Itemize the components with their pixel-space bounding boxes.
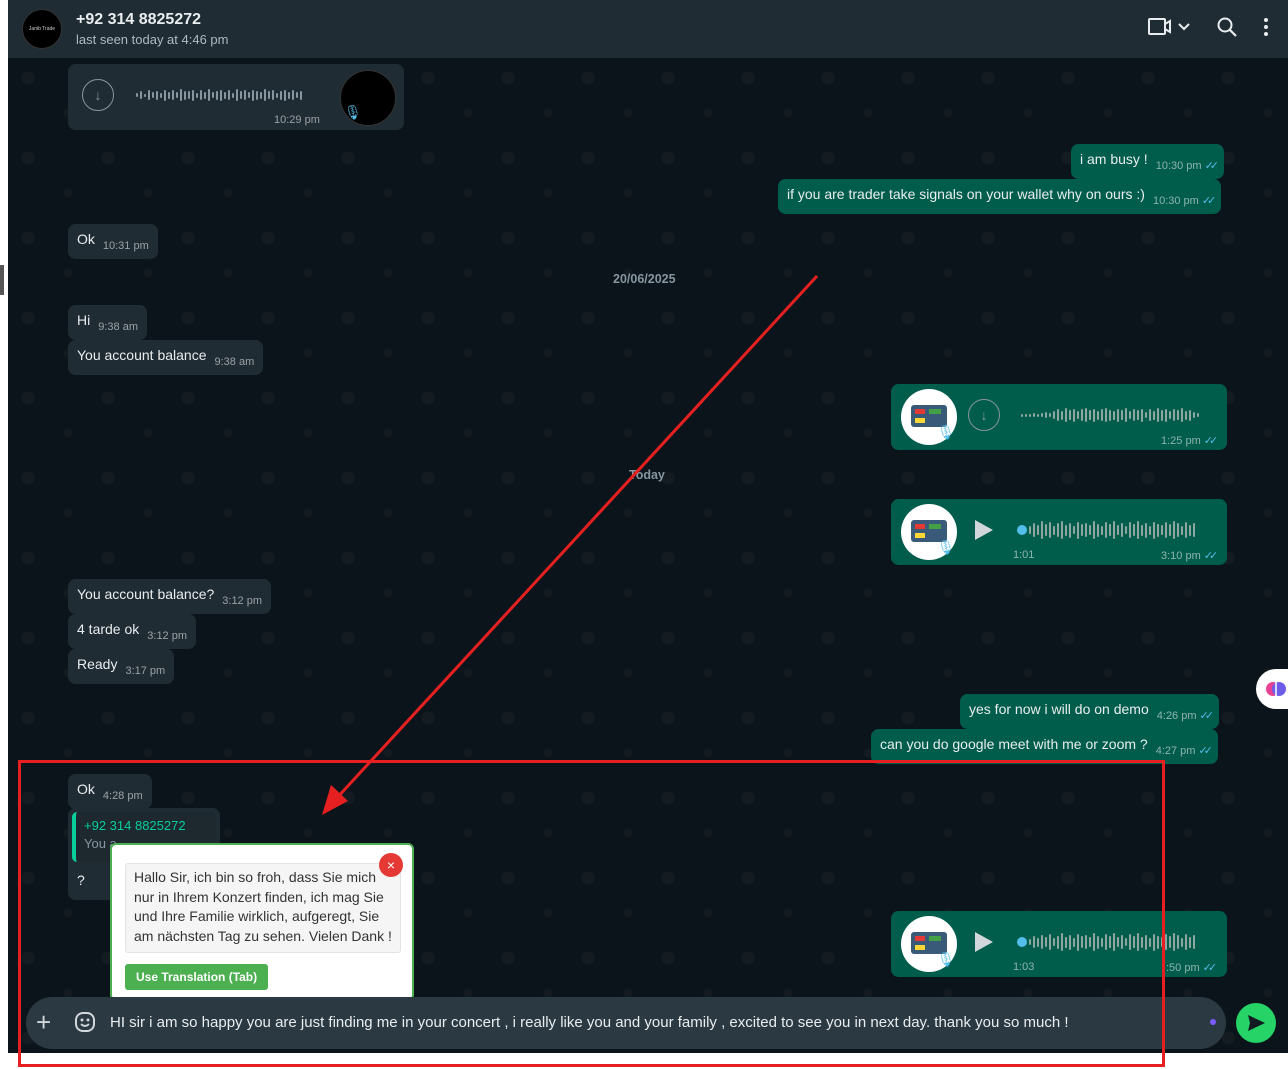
left-edge: [0, 0, 8, 1069]
voice-waveform[interactable]: [1021, 406, 1199, 424]
bottom-strip: [0, 1053, 1288, 1069]
extension-dot-icon: [1210, 1019, 1216, 1025]
contact-info[interactable]: +92 314 8825272 last seen today at 4:46 …: [76, 11, 228, 47]
message-outgoing[interactable]: i am busy ! 10:30 pm ✓✓: [1071, 144, 1225, 179]
voice-duration: 1:01: [1013, 549, 1035, 561]
message-outgoing[interactable]: can you do google meet with me or zoom ?…: [871, 729, 1218, 764]
message-time: 4:28 pm: [102, 790, 143, 802]
avatar-logo-text: Janib Trade: [28, 26, 56, 32]
composer-bar[interactable]: + HI sir i am so happy you are just find…: [26, 997, 1226, 1049]
message-text: i am busy !: [1080, 151, 1148, 167]
contact-name: +92 314 8825272: [76, 11, 202, 28]
voice-time: :50 pm ✓✓: [1166, 961, 1218, 974]
search-icon[interactable]: [1216, 16, 1238, 38]
voice-time: 3:10 pm ✓✓: [1161, 549, 1219, 562]
message-incoming[interactable]: You account balance 9:38 am: [68, 340, 264, 375]
mic-icon: 🎙: [937, 539, 955, 555]
mic-icon: 🎙: [937, 951, 955, 967]
voice-time-text: 3:10 pm: [1161, 550, 1201, 562]
composer-footer: + HI sir i am so happy you are just find…: [8, 997, 1288, 1053]
send-button[interactable]: [1236, 1003, 1276, 1043]
double-check-icon: ✓✓: [1203, 435, 1219, 447]
message-text: Ready: [77, 656, 118, 672]
voice-waveform[interactable]: [1017, 931, 1195, 953]
download-icon[interactable]: ↓: [968, 399, 1000, 431]
last-seen: last seen today at 4:46 pm: [76, 32, 229, 47]
message-time: 3:12 pm: [147, 630, 188, 642]
play-icon[interactable]: [975, 932, 993, 952]
message-text: 4 tarde ok: [77, 621, 140, 637]
close-icon[interactable]: ×: [379, 853, 403, 877]
voice-time: 10:29 pm: [274, 114, 320, 126]
message-incoming[interactable]: Ready 3:17 pm: [68, 649, 175, 684]
menu-icon[interactable]: [1262, 16, 1270, 38]
message-input[interactable]: HI sir i am so happy you are just findin…: [110, 1014, 1069, 1031]
message-incoming[interactable]: Hi 9:38 am: [68, 305, 147, 340]
message-time: 10:31 pm: [102, 240, 149, 252]
message-time: 10:30 pm: [1155, 160, 1202, 172]
message-text: Ok: [77, 231, 95, 247]
contact-avatar[interactable]: Janib Trade: [22, 9, 62, 49]
message-time: 9:38 am: [214, 356, 255, 368]
message-time: 4:26 pm: [1156, 710, 1197, 722]
message-time: 10:30 pm: [1152, 195, 1199, 207]
message-text: yes for now i will do on demo: [969, 701, 1149, 717]
voice-waveform[interactable]: [1017, 519, 1195, 541]
translation-popup[interactable]: Hallo Sir, ich bin so froh, dass Sie mic…: [110, 843, 414, 1001]
voice-message-outgoing[interactable]: 🎙 ↓ 1:25 pm ✓✓: [891, 384, 1227, 450]
message-time: 9:38 am: [98, 321, 138, 333]
message-outgoing[interactable]: if you are trader take signals on your w…: [778, 179, 1222, 214]
mic-icon: 🎙: [344, 104, 362, 120]
sticker-icon[interactable]: [74, 1011, 96, 1038]
double-check-icon: ✓✓: [1201, 195, 1217, 207]
message-text: if you are trader take signals on your w…: [787, 186, 1145, 202]
double-check-icon: ✓✓: [1203, 550, 1219, 562]
message-text: Hi: [77, 312, 91, 328]
message-text: can you do google meet with me or zoom ?: [880, 736, 1148, 752]
left-marker: [0, 265, 4, 295]
video-call-icon[interactable]: [1148, 16, 1192, 38]
send-icon: [1248, 1015, 1265, 1031]
header-actions: [1148, 16, 1270, 38]
double-check-icon: ✓✓: [1202, 962, 1218, 974]
voice-time-text: :50 pm: [1166, 962, 1200, 974]
reply-text: ?: [77, 872, 85, 888]
message-incoming[interactable]: You account balance? 3:12 pm: [68, 579, 272, 614]
translation-text: Hallo Sir, ich bin so froh, dass Sie mic…: [125, 863, 401, 953]
voice-message-incoming[interactable]: ↓ 10:29 pm 🎙: [68, 64, 404, 130]
message-incoming[interactable]: 4 tarde ok 3:12 pm: [68, 614, 197, 649]
quoted-sender: +92 314 8825272: [84, 818, 186, 833]
mic-icon: 🎙: [937, 424, 955, 440]
voice-time-text: 1:25 pm: [1161, 435, 1201, 447]
chat-header[interactable]: Janib Trade +92 314 8825272 last seen to…: [8, 0, 1288, 58]
voice-duration: 1:03: [1013, 961, 1035, 973]
play-icon[interactable]: [975, 520, 993, 540]
use-translation-button[interactable]: Use Translation (Tab): [125, 964, 269, 990]
message-text: Ok: [77, 781, 95, 797]
message-time: 4:27 pm: [1155, 745, 1196, 757]
double-check-icon: ✓✓: [1199, 710, 1215, 722]
date-divider: 20/06/2025: [613, 272, 676, 286]
message-outgoing[interactable]: yes for now i will do on demo 4:26 pm ✓✓: [960, 694, 1219, 729]
message-time: 3:12 pm: [222, 595, 263, 607]
message-time: 3:17 pm: [125, 665, 166, 677]
message-text: You account balance?: [77, 586, 215, 602]
voice-time: 1:25 pm ✓✓: [1161, 434, 1219, 447]
download-icon[interactable]: ↓: [82, 79, 114, 111]
voice-message-outgoing[interactable]: 🎙 1:03 :50 pm ✓✓: [891, 911, 1227, 977]
double-check-icon: ✓✓: [1198, 745, 1213, 757]
voice-waveform[interactable]: [136, 88, 302, 102]
double-check-icon: ✓✓: [1204, 160, 1220, 172]
voice-message-outgoing[interactable]: 🎙 1:01 3:10 pm ✓✓: [891, 499, 1227, 565]
message-text: You account balance: [77, 347, 207, 363]
attach-icon[interactable]: +: [36, 1009, 51, 1035]
today-divider: Today: [629, 468, 665, 482]
extension-button[interactable]: [1256, 669, 1288, 709]
brain-icon: [1266, 682, 1286, 696]
message-incoming[interactable]: Ok 4:28 pm: [68, 774, 152, 809]
message-incoming[interactable]: Ok 10:31 pm: [68, 224, 158, 259]
